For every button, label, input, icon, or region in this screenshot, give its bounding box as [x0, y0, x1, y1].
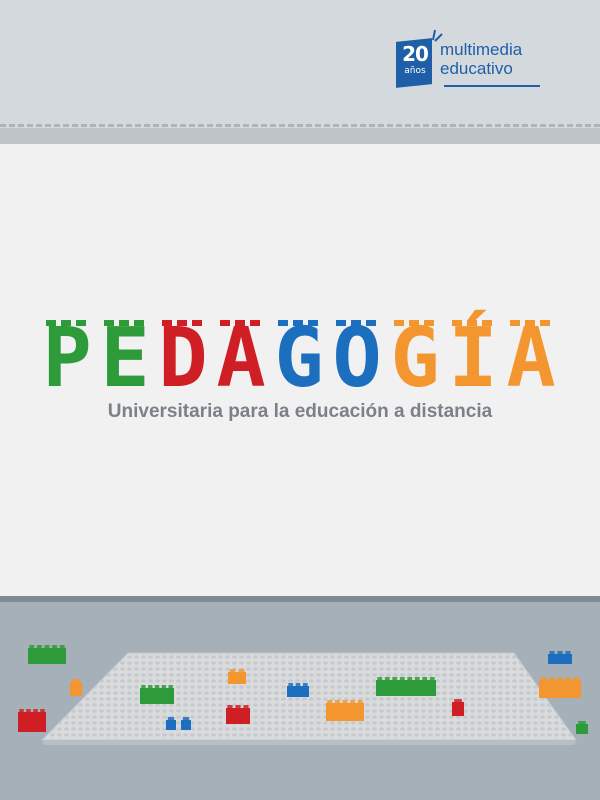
brick-stud: [19, 709, 24, 712]
brick-stud: [243, 705, 249, 708]
brick-stud: [565, 677, 572, 680]
title-letter: O: [332, 311, 381, 390]
title-letter: G: [274, 311, 323, 390]
brick-stud: [377, 677, 383, 680]
brick-stud: [33, 709, 38, 712]
brick-stud: [399, 677, 405, 680]
brick-stud: [557, 651, 563, 654]
brick-stud: [227, 705, 233, 708]
title-letter: A: [506, 311, 555, 390]
title-letter: D: [158, 311, 207, 390]
brick-stud: [574, 677, 580, 680]
brick-stud: [548, 677, 555, 680]
logo-wordmark: multimedia educativo: [440, 40, 522, 78]
brick-stud: [168, 685, 173, 688]
brick-stud: [350, 700, 356, 703]
brick-stud: [36, 645, 42, 648]
brick-stud: [26, 709, 31, 712]
title-letter: P: [42, 311, 91, 390]
brick-stud: [414, 677, 420, 680]
lego-brick: [166, 720, 176, 730]
lego-brick: [576, 724, 588, 734]
title-letter: G: [390, 311, 439, 390]
brick-stud: [288, 683, 294, 686]
brick-stud: [549, 651, 555, 654]
brick-stud: [29, 645, 35, 648]
brick-stud: [422, 677, 428, 680]
brick-stud: [182, 717, 190, 720]
brick-stud: [454, 699, 462, 702]
subtitle: Universitaria para la educación a distan…: [107, 401, 493, 422]
lego-brick: [452, 702, 464, 716]
brick-stud: [154, 685, 160, 688]
brick-stud: [52, 645, 58, 648]
brick-stud: [148, 685, 153, 688]
brick-stud: [161, 685, 166, 688]
title-letter: A: [216, 311, 265, 390]
logo-line-1: multimedia: [440, 40, 523, 59]
title-letter: E: [100, 311, 149, 390]
lego-brick: [18, 712, 46, 732]
brick-stud: [327, 700, 333, 703]
brick-stud: [392, 677, 398, 680]
brick-stud: [72, 679, 80, 682]
header-shadow: [0, 128, 600, 144]
lego-brick: [28, 648, 66, 664]
brick-stud: [357, 700, 363, 703]
logo-anos-label: años: [404, 66, 426, 76]
logo-line-2: educativo: [440, 59, 513, 78]
lego-brick: [539, 680, 581, 698]
baseplate-edge: [42, 740, 576, 745]
pedagogia-title: PEDAGOGÍA: [42, 310, 555, 390]
brick-stud: [44, 645, 50, 648]
brick-stud: [229, 669, 236, 672]
brick-stud: [407, 677, 413, 680]
lego-brick: [326, 703, 364, 721]
dashed-divider: [0, 124, 600, 127]
brick-stud: [384, 677, 390, 680]
brick-stud: [540, 677, 546, 680]
brick-stud: [565, 651, 571, 654]
lego-brick: [548, 654, 572, 664]
brick-stud: [578, 721, 586, 724]
brick-stud: [238, 669, 245, 672]
lego-brick: [228, 672, 246, 684]
lego-brick: [181, 720, 191, 730]
lego-brick: [287, 686, 309, 697]
title-letter: Í: [448, 310, 497, 390]
logo-underline: [444, 85, 540, 87]
brick-stud: [167, 717, 175, 720]
lego-brick: [70, 682, 82, 696]
brick-stud: [334, 700, 340, 703]
brick-stud: [302, 683, 308, 686]
brick-stud: [342, 700, 348, 703]
title-letters: PEDAGOGÍA: [42, 310, 555, 390]
brick-stud: [235, 705, 241, 708]
brick-stud: [557, 677, 563, 680]
multimedia-educativo-logo[interactable]: 20 años multimedia educativo: [394, 28, 574, 92]
logo-anniversary-number: 20: [402, 42, 429, 66]
lego-brick: [140, 688, 174, 704]
lego-baseplate-scene: [18, 645, 588, 745]
brick-stud: [295, 683, 301, 686]
lego-brick: [376, 680, 436, 696]
brick-stud: [40, 709, 45, 712]
brick-stud: [141, 685, 146, 688]
brick-stud: [429, 677, 435, 680]
lego-brick: [226, 708, 250, 724]
brick-stud: [59, 645, 65, 648]
